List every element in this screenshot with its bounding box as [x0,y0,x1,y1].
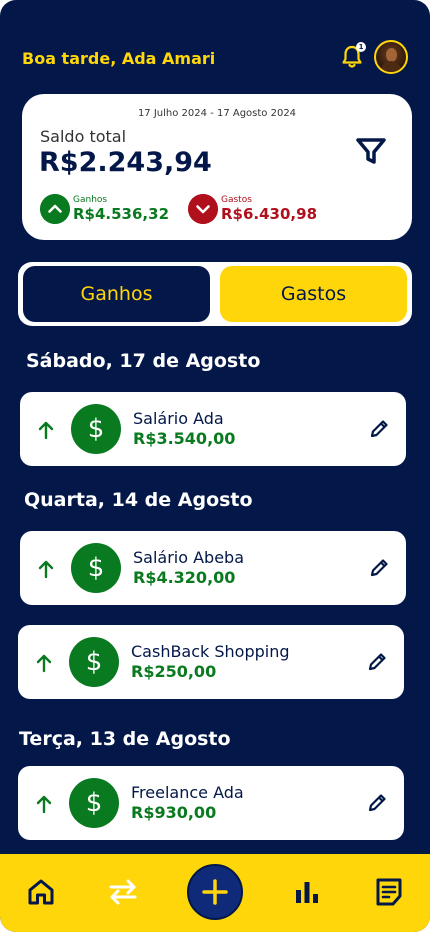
expenses-value: R$6.430,98 [221,205,318,223]
home-icon[interactable] [25,876,57,908]
report-icon[interactable] [373,876,405,908]
arrow-up-icon [38,560,54,579]
dollar-icon: $ [71,543,121,593]
plus-icon [202,879,228,905]
tab-gains[interactable]: Ganhos [23,266,210,322]
transaction-value: R$3.540,00 [133,429,236,448]
transaction-value: R$930,00 [131,803,217,822]
avatar-face [386,48,397,62]
transfer-icon[interactable] [107,876,139,908]
filter-icon[interactable] [354,134,388,168]
edit-pencil-icon[interactable] [366,792,388,814]
arrow-up-icon [38,421,54,440]
balance-label: Saldo total [40,127,127,146]
balance-card: 17 Julho 2024 - 17 Agosto 2024 Saldo tot… [22,94,412,240]
tab-expenses[interactable]: Gastos [220,266,407,322]
transaction-row[interactable]: $ Freelance Ada R$930,00 [18,766,404,840]
header: Boa tarde, Ada Amari 1 [22,40,408,74]
transaction-row[interactable]: $ Salário Abeba R$4.320,00 [20,531,406,605]
date-header: Quarta, 14 de Agosto [24,489,253,511]
date-header: Sábado, 17 de Agosto [26,350,261,372]
edit-pencil-icon[interactable] [368,557,390,579]
arrow-up-icon [36,654,52,673]
expenses-label: Gastos [221,195,252,205]
gains-label: Ganhos [73,195,108,205]
chart-icon[interactable] [291,876,323,908]
gains-expenses-toggle: Ganhos Gastos [18,262,412,326]
period-range: 17 Julho 2024 - 17 Agosto 2024 [137,108,297,119]
transaction-row[interactable]: $ Salário Ada R$3.540,00 [20,392,406,466]
add-button[interactable] [187,864,243,920]
gains-value: R$4.536,32 [73,205,170,223]
transaction-name: Salário Abeba [133,548,245,567]
transaction-value: R$4.320,00 [133,568,236,587]
transaction-row[interactable]: $ CashBack Shopping R$250,00 [18,625,404,699]
transaction-name: CashBack Shopping [131,642,290,661]
transaction-name: Freelance Ada [131,783,244,802]
chevron-up-icon [40,194,70,224]
edit-pencil-icon[interactable] [368,418,390,440]
notification-badge: 1 [356,42,366,52]
transaction-name: Salário Ada [133,409,224,428]
dollar-icon: $ [69,637,119,687]
dollar-icon: $ [71,404,121,454]
app-screen: Boa tarde, Ada Amari 1 17 Julho 2024 - 1… [0,0,430,932]
chevron-down-icon [188,194,218,224]
dollar-icon: $ [69,778,119,828]
date-header: Terça, 13 de Agosto [19,728,231,750]
greeting-text: Boa tarde, Ada Amari [22,49,216,68]
avatar[interactable] [374,40,408,74]
transaction-value: R$250,00 [131,662,217,681]
bottom-nav [0,854,430,932]
balance-value: R$2.243,94 [39,147,212,178]
avatar-body [381,61,401,72]
edit-pencil-icon[interactable] [366,651,388,673]
arrow-up-icon [36,795,52,814]
